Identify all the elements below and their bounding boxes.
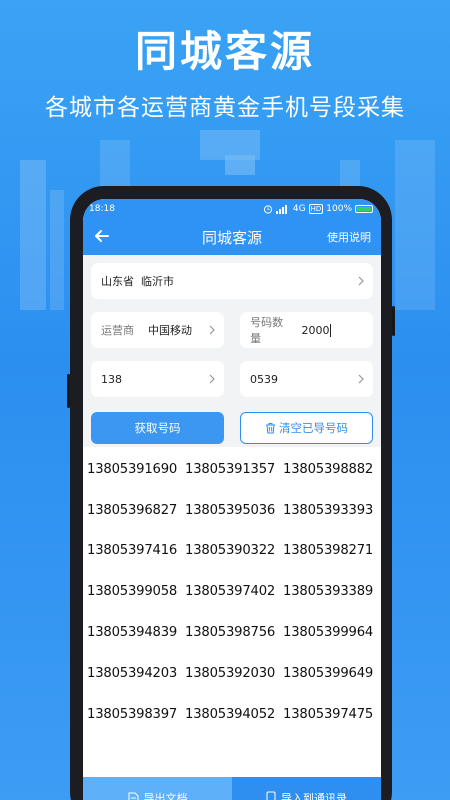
phone-number: 13805393393 — [283, 502, 374, 518]
prefix-value: 138 — [101, 372, 122, 386]
phone-number: 13805394052 — [185, 706, 276, 722]
alarm-icon — [263, 205, 273, 214]
battery-icon — [355, 205, 373, 213]
phone-number: 13805399649 — [283, 665, 374, 681]
signal-icon — [275, 204, 287, 214]
chevron-right-icon — [209, 374, 215, 384]
bottom-action-bar: 导出文档 导入到通讯录 — [83, 777, 381, 800]
phone-number: 13805393389 — [283, 584, 374, 600]
number-row: 13805397416 13805390322 13805398271 — [87, 531, 381, 572]
promo-title: 同城客源 — [134, 27, 315, 76]
battery-level — [357, 207, 371, 211]
back-arrow-icon[interactable] — [91, 225, 113, 247]
trash-icon — [266, 423, 275, 434]
chevron-right-icon — [209, 325, 215, 335]
phone-number: 13805397402 — [185, 584, 276, 600]
nav-bar: 同城客源 使用说明 — [83, 219, 381, 255]
hd-badge: HD — [308, 204, 324, 214]
phone-number: 13805391690 — [87, 461, 178, 477]
count-input[interactable]: 2000 — [295, 312, 373, 348]
phone-number: 13805394203 — [87, 665, 178, 681]
get-numbers-button[interactable]: 获取号码 — [91, 412, 224, 444]
phone-number: 13805398756 — [185, 625, 276, 641]
count-value: 2000 — [301, 323, 330, 337]
phone-number: 13805396827 — [87, 502, 178, 518]
phone-number: 13805392030 — [185, 665, 276, 681]
number-row: 13805391690 13805391357 13805398882 — [87, 449, 381, 490]
chevron-right-icon — [358, 276, 364, 286]
battery-percent: 100% — [326, 204, 352, 214]
status-icons: 4G HD 100% — [263, 204, 373, 214]
phone-number: 13805390322 — [185, 543, 276, 559]
number-list: 13805391690 13805391357 13805398882 1380539… — [83, 447, 381, 735]
app-screen: 18:18 4G HD 100% 同城客源 使用说明 山东省 临沂市 运营商 中… — [83, 199, 381, 800]
phone-number: 13805397416 — [87, 543, 178, 559]
import-contacts-button[interactable]: 导入到通讯录 — [232, 777, 381, 800]
export-doc-label: 导出文档 — [143, 792, 188, 800]
clear-numbers-label: 清空已导号码 — [279, 421, 348, 435]
count-label: 号码数量 — [250, 316, 284, 345]
number-row: 13805399058 13805397402 13805393389 — [87, 571, 381, 612]
phone-number: 13805398271 — [283, 543, 374, 559]
power-button — [392, 306, 395, 336]
phone-number: 13805395036 — [185, 502, 276, 518]
area-code-selector[interactable]: 0539 — [240, 361, 373, 397]
phone-number: 13805397475 — [283, 706, 374, 722]
count-field: 号码数量 2000 — [240, 312, 373, 348]
prefix-selector[interactable]: 138 — [91, 361, 224, 397]
volume-button — [67, 374, 70, 408]
carrier-value: 中国移动 — [148, 324, 192, 337]
region-selector[interactable]: 山东省 临沂市 — [91, 263, 373, 299]
carrier-selector[interactable]: 运营商 中国移动 — [91, 312, 225, 348]
status-bar: 18:18 4G HD 100% — [83, 199, 381, 219]
phone-number: 13805391357 — [185, 461, 276, 477]
phone-number: 13805399058 — [87, 584, 178, 600]
import-contacts-label: 导入到通讯录 — [281, 792, 347, 800]
chevron-right-icon — [358, 374, 364, 384]
network-type: 4G — [292, 204, 306, 214]
number-row: 13805394203 13805392030 13805399649 — [87, 653, 381, 694]
number-row: 13805394839 13805398756 13805399964 — [87, 612, 381, 653]
clear-numbers-button[interactable]: 清空已导号码 — [240, 412, 373, 444]
status-time: 18:18 — [89, 204, 115, 214]
area-code-value: 0539 — [250, 372, 278, 386]
export-doc-button[interactable]: 导出文档 — [83, 777, 232, 800]
help-link[interactable]: 使用说明 — [327, 229, 371, 245]
number-row: 13805398397 13805394052 13805397475 — [87, 694, 381, 735]
phone-number: 13805399964 — [283, 625, 374, 641]
document-icon — [128, 792, 138, 800]
phone-number: 13805394839 — [87, 625, 178, 641]
phone-number: 13805398882 — [283, 461, 374, 477]
phone-number: 13805398397 — [87, 706, 178, 722]
promo-subtitle: 各城市各运营商黄金手机号段采集 — [45, 95, 405, 121]
carrier-label: 运营商 — [101, 324, 134, 337]
phone-icon — [266, 791, 276, 800]
text-caret — [330, 323, 332, 337]
region-value: 山东省 临沂市 — [101, 275, 174, 288]
phone-frame: 18:18 4G HD 100% 同城客源 使用说明 山东省 临沂市 运营商 中… — [67, 186, 395, 800]
number-row: 13805396827 13805395036 13805393393 — [87, 490, 381, 531]
form-panel: 山东省 临沂市 运营商 中国移动 号码数量 2000 138 0539 获取号码… — [83, 255, 381, 447]
